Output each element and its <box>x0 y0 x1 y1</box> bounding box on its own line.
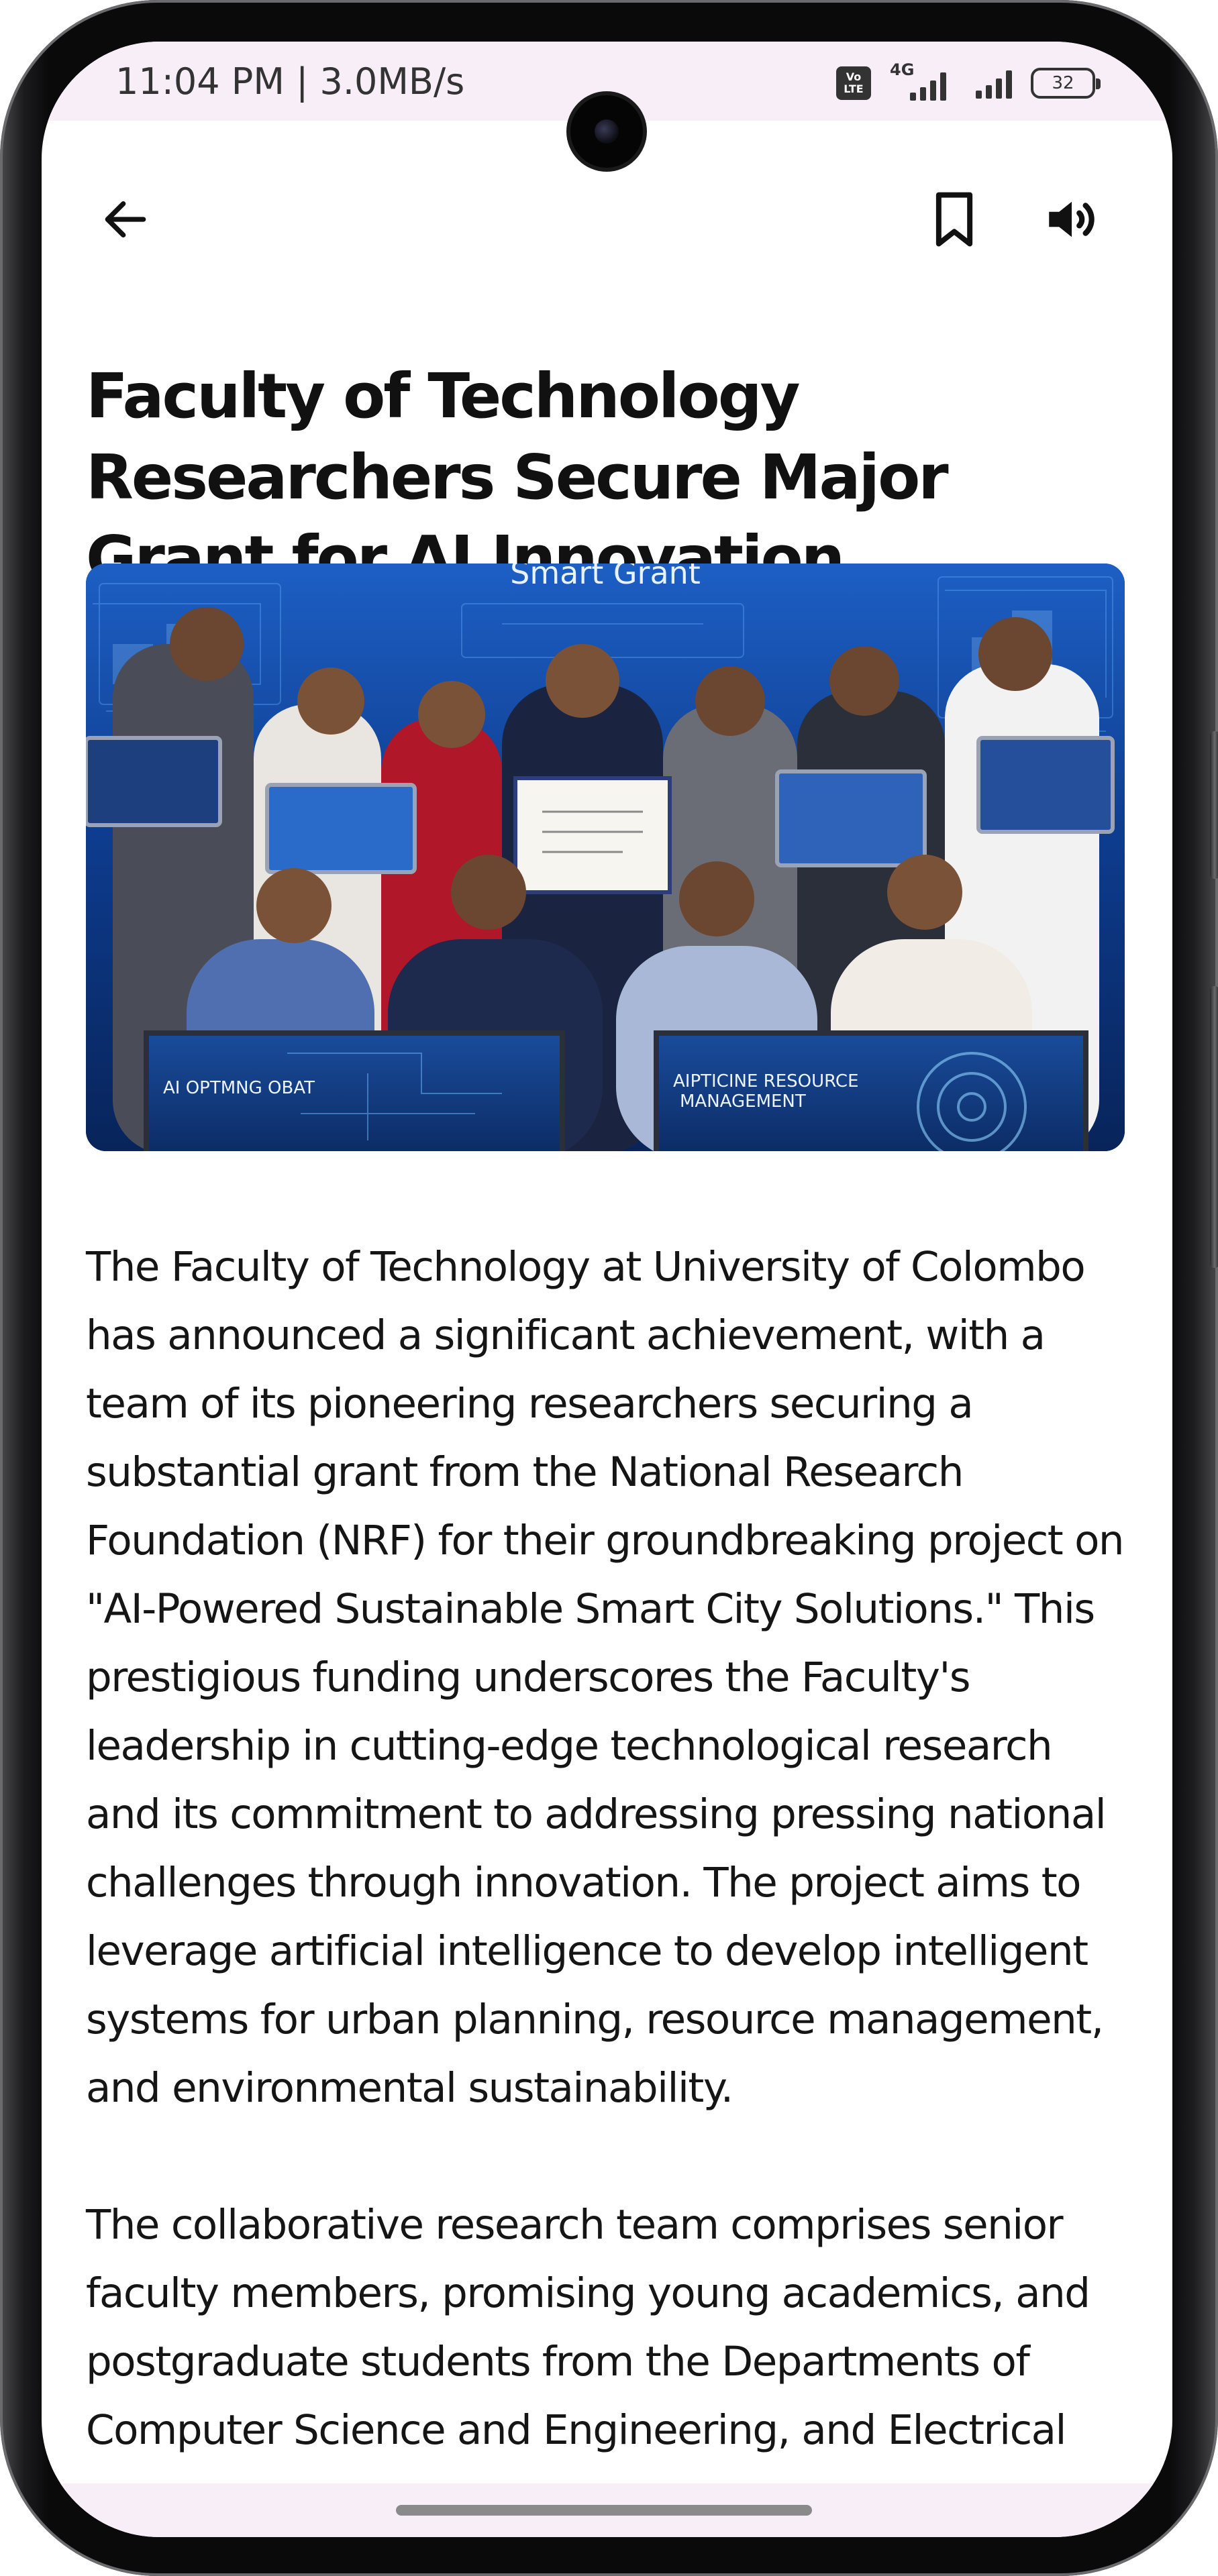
arrow-left-icon <box>105 201 146 237</box>
volume-button <box>1210 731 1218 879</box>
back-button[interactable] <box>89 182 162 256</box>
power-button <box>1210 986 1218 1268</box>
volte-label-top: Vo <box>846 70 862 83</box>
team-photo: Smart Grant AI OPTMNG OBAT AIPTICINE RES… <box>86 564 1125 1151</box>
article-title: Faculty of Technology Researchers Secure… <box>86 360 949 594</box>
bookmark-icon <box>935 192 973 247</box>
speaker-icon <box>1049 201 1095 237</box>
certificate <box>513 776 672 894</box>
article-image[interactable]: Smart Grant AI OPTMNG OBAT AIPTICINE RES… <box>86 564 1125 1151</box>
article-paragraph: The collaborative research team comprise… <box>86 2201 1090 2454</box>
article-body: The Faculty of Technology at University … <box>86 1233 1133 2533</box>
battery-level: 32 <box>1052 73 1074 93</box>
device-frame: 11:04 PM | 3.0MB/s Vo LTE 4G 32 Faculty … <box>0 0 1218 2576</box>
status-time: 11:04 PM | 3.0MB/s <box>115 60 465 103</box>
status-icons: Vo LTE 4G 32 <box>836 60 1101 102</box>
right-sign-text-1: AIPTICINE RESOURCE <box>673 1071 859 1091</box>
image-banner-text: Smart Grant <box>510 564 701 591</box>
front-camera <box>570 95 643 168</box>
screen: 11:04 PM | 3.0MB/s Vo LTE 4G 32 Faculty … <box>42 42 1172 2537</box>
home-indicator[interactable] <box>396 2505 812 2516</box>
volte-label-bottom: LTE <box>844 83 864 95</box>
left-sign-text: AI OPTMNG OBAT <box>163 1078 315 1098</box>
signal-4g-icon: 4G <box>890 60 957 102</box>
volte-icon: Vo LTE <box>836 66 871 100</box>
bookmark-button[interactable] <box>917 182 991 256</box>
signal-bars-icon <box>976 68 1012 99</box>
article-paragraph: The Faculty of Technology at University … <box>86 1243 1125 2112</box>
battery-icon: 32 <box>1031 68 1101 99</box>
listen-button[interactable] <box>1035 182 1109 256</box>
right-sign-text-2: MANAGEMENT <box>680 1091 806 1112</box>
